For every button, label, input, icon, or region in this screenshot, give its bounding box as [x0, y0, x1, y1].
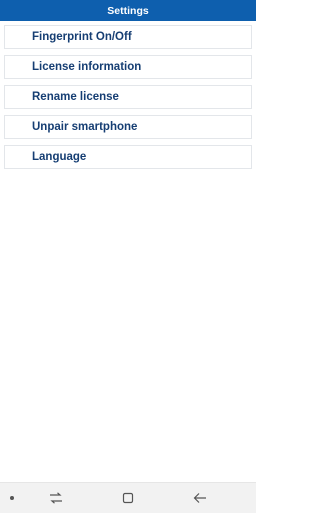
menu-item-unpair-smartphone[interactable]: Unpair smartphone: [4, 115, 252, 139]
menu-item-label: Unpair smartphone: [32, 121, 138, 133]
system-navigation-bar: [0, 482, 256, 513]
title-bar: Settings: [0, 0, 256, 21]
menu-item-fingerprint[interactable]: Fingerprint On/Off: [4, 25, 252, 49]
menu-item-rename-license[interactable]: Rename license: [4, 85, 252, 109]
home-icon[interactable]: [112, 483, 144, 513]
menu-item-language[interactable]: Language: [4, 145, 252, 169]
menu-item-label: License information: [32, 61, 142, 73]
menu-item-label: Fingerprint On/Off: [32, 31, 132, 43]
menu-item-license-information[interactable]: License information: [4, 55, 252, 79]
menu-item-label: Rename license: [32, 91, 119, 103]
menu-item-label: Language: [32, 151, 87, 163]
recent-apps-icon[interactable]: [40, 483, 72, 513]
page-title: Settings: [107, 4, 149, 17]
settings-menu: Fingerprint On/Off License information R…: [0, 25, 256, 175]
dot-icon[interactable]: [0, 483, 24, 513]
back-icon[interactable]: [184, 483, 216, 513]
